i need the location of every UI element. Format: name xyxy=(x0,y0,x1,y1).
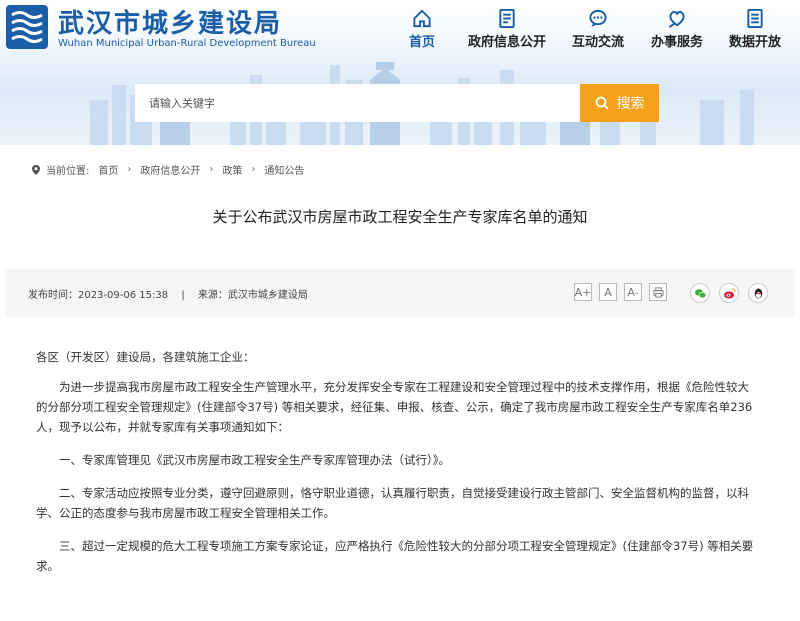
nav-label: 办事服务 xyxy=(650,35,703,50)
nav-home[interactable]: 首页 xyxy=(397,8,447,50)
nav-open-data[interactable]: 数据开放 xyxy=(724,8,786,50)
location-pin-icon xyxy=(32,164,40,175)
share-qq-button[interactable] xyxy=(748,283,768,303)
chevron-right-icon: › xyxy=(251,164,256,175)
site-title: 武汉市城乡建设局 xyxy=(58,9,283,39)
article-paragraph: 一、专家库管理见《武汉市房屋市政工程安全生产专家库管理办法（试行）》。 xyxy=(59,453,450,467)
font-reset-button[interactable]: A xyxy=(599,283,617,301)
breadcrumb-gov-info[interactable]: 政府信息公开 xyxy=(140,162,200,177)
search-button[interactable]: 搜索 xyxy=(580,84,659,122)
breadcrumb-notice[interactable]: 通知公告 xyxy=(264,162,304,177)
breadcrumb-policy[interactable]: 政策 xyxy=(222,162,242,177)
article-title: 关于公布武汉市房屋市政工程安全生产专家库名单的通知 xyxy=(212,208,588,226)
nav-gov-info[interactable]: 政府信息公开 xyxy=(462,8,552,50)
main-nav: 首页 政府信息公开 互动交流 办事服务 数据开放 xyxy=(397,8,786,50)
search-input[interactable] xyxy=(135,84,580,122)
meta-separator: | xyxy=(181,290,185,301)
share-wechat-button[interactable] xyxy=(690,283,710,303)
breadcrumb-prefix: 当前位置: xyxy=(46,166,90,177)
article-paragraph: 三、超过一定规模的危大工程专项施工方案专家论证，应严格执行《危险性较大的分部分项… xyxy=(36,539,754,573)
article-meta: 发布时间：2023-09-06 15:38 | 来源：武汉市城乡建设局 xyxy=(28,286,308,301)
search-bar: 搜索 xyxy=(135,84,659,122)
wechat-icon xyxy=(694,288,706,298)
site-header: 武汉市城乡建设局 Wuhan Municipal Urban-Rural Dev… xyxy=(0,0,800,145)
article-panel: 当前位置: 首页 › 政府信息公开 › 政策 › 通知公告 关于公布武汉市房屋市… xyxy=(6,145,794,621)
publish-time: 发布时间：2023-09-06 15:38 xyxy=(28,290,169,301)
font-decrease-button[interactable]: A- xyxy=(624,283,642,301)
font-increase-button[interactable]: A+ xyxy=(574,283,592,301)
nav-label: 政府信息公开 xyxy=(467,35,546,50)
font-size-controls: A+ A A- xyxy=(574,283,674,301)
nav-label: 互动交流 xyxy=(571,35,624,50)
print-button[interactable] xyxy=(649,283,667,301)
printer-icon xyxy=(652,286,664,298)
nav-label: 数据开放 xyxy=(728,35,781,50)
document-icon xyxy=(499,8,515,29)
breadcrumb-home[interactable]: 首页 xyxy=(98,162,118,177)
share-controls xyxy=(690,283,777,303)
chevron-right-icon: › xyxy=(209,164,214,175)
article-paragraph: 为进一步提高我市房屋市政工程安全生产管理水平，充分发挥安全专家在工程建设和安全管… xyxy=(36,380,753,434)
site-subtitle: Wuhan Municipal Urban-Rural Development … xyxy=(58,38,316,49)
article-salutation: 各区（开发区）建设局，各建筑施工企业： xyxy=(36,350,255,364)
data-icon xyxy=(747,8,763,29)
article-paragraph: 二、专家活动应按照专业分类，遵守回避原则，恪守职业道德，认真履行职责，自觉接受建… xyxy=(36,486,749,520)
chat-icon xyxy=(589,9,607,28)
bureau-logo xyxy=(6,5,48,49)
qq-penguin-icon xyxy=(754,288,762,298)
nav-label: 首页 xyxy=(408,35,435,50)
search-icon xyxy=(595,96,609,110)
breadcrumb: 当前位置: 首页 › 政府信息公开 › 政策 › 通知公告 xyxy=(30,162,304,177)
search-button-label: 搜索 xyxy=(616,96,645,112)
chevron-right-icon: › xyxy=(127,164,132,175)
article-source: 来源：武汉市城乡建设局 xyxy=(197,290,308,301)
nav-interaction[interactable]: 互动交流 xyxy=(567,8,629,50)
heart-hand-icon xyxy=(668,10,685,28)
weibo-icon xyxy=(723,287,736,298)
article-meta-bar: 发布时间：2023-09-06 15:38 | 来源：武汉市城乡建设局 A+ A… xyxy=(6,269,794,317)
home-icon xyxy=(413,9,431,28)
nav-services[interactable]: 办事服务 xyxy=(646,8,708,50)
article-body: 各区（开发区）建设局，各建筑施工企业： 为进一步提高我市房屋市政工程安全生产管理… xyxy=(36,347,758,589)
share-weibo-button[interactable] xyxy=(719,283,739,303)
